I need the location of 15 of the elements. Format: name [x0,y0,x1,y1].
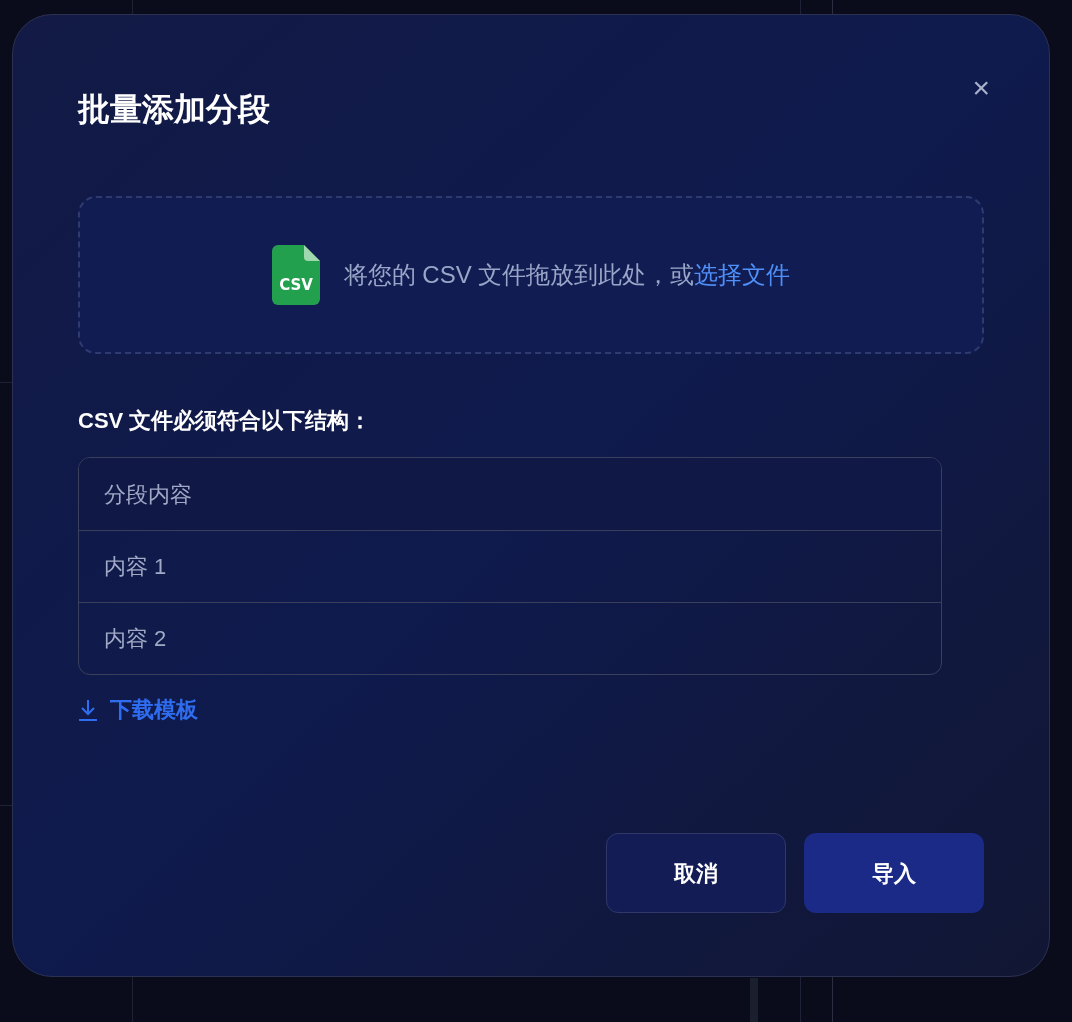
choose-file-link[interactable]: 选择文件 [694,261,791,288]
background-bar [750,978,758,1022]
cancel-button[interactable]: 取消 [606,833,786,913]
download-icon [78,698,98,721]
download-template-link[interactable]: 下载模板 [78,693,198,726]
drop-instructions: 将您的 CSV 文件拖放到此处，或选择文件 [343,260,791,290]
csv-file-icon: CSV [271,245,320,305]
dialog-title: 批量添加分段 [78,90,270,129]
table-cell: 内容 1 [79,530,941,602]
structure-heading: CSV 文件必须符合以下结构： [78,407,373,435]
column-header: 分段内容 [79,458,941,530]
file-drop-zone[interactable]: CSV 将您的 CSV 文件拖放到此处，或选择文件 [78,196,984,354]
table-cell: 内容 2 [79,602,941,674]
close-button[interactable]: × [972,73,990,103]
import-button[interactable]: 导入 [804,833,984,913]
